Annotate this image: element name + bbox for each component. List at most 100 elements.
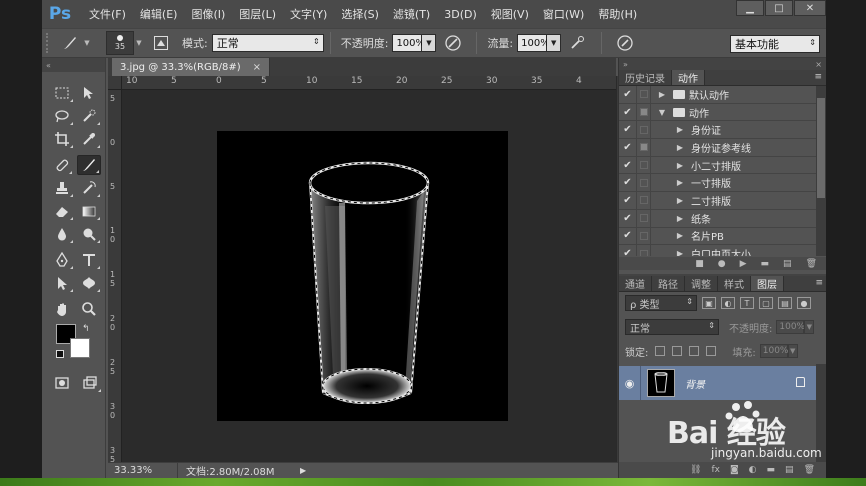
fill-input[interactable]: 100% xyxy=(759,344,788,358)
custom-shape-tool-icon[interactable] xyxy=(78,273,102,293)
stop-icon[interactable]: ■ xyxy=(695,259,704,269)
play-icon[interactable]: ▶ xyxy=(740,259,747,269)
dialog-toggle-icon[interactable] xyxy=(637,121,651,139)
action-row[interactable]: ✔ ▶ 白口中页大小 xyxy=(619,245,817,256)
hand-tool-icon[interactable] xyxy=(50,299,74,319)
filter-toggle-icon[interactable]: ● xyxy=(797,297,811,309)
tab-top_tabs-1[interactable]: 动作 xyxy=(672,70,705,85)
move-tool-icon[interactable] xyxy=(78,83,102,103)
expand-right-icon[interactable]: ▶ xyxy=(675,249,685,256)
action-row[interactable]: ✔ ▶ 一寸排版 xyxy=(619,174,817,193)
delete-layer-icon[interactable]: 🗑 xyxy=(804,465,815,475)
expand-right-icon[interactable]: ▶ xyxy=(675,214,685,223)
type-tool-icon[interactable] xyxy=(78,250,102,270)
pressure-opacity-icon[interactable] xyxy=(442,32,464,54)
tab-top_tabs-0[interactable]: 历史记录 xyxy=(619,70,672,85)
action-row[interactable]: ✔ ▶ 小二寸排版 xyxy=(619,156,817,175)
tab-layer_tabs-3[interactable]: 样式 xyxy=(718,276,751,291)
checkmark-icon[interactable]: ✔ xyxy=(619,227,637,245)
opacity-slider-dropdown-icon[interactable]: ▼ xyxy=(422,34,437,52)
dialog-toggle-icon[interactable] xyxy=(637,103,651,121)
pen-tool-icon[interactable] xyxy=(50,250,74,270)
expand-right-icon[interactable]: ▶ xyxy=(675,178,685,187)
maximize-button[interactable]: □ xyxy=(765,0,793,16)
new-set-icon[interactable]: ▬ xyxy=(761,259,770,269)
adjustment-layer-icon[interactable]: ◐ xyxy=(749,465,757,475)
blend-mode-select[interactable]: 正常 ⇕ xyxy=(625,319,719,335)
brush-preset-dropdown-icon[interactable]: ▼ xyxy=(134,32,144,54)
flow-slider-dropdown-icon[interactable]: ▼ xyxy=(547,34,562,52)
clone-stamp-tool-icon[interactable] xyxy=(50,178,74,198)
expand-right-icon[interactable]: ▶ xyxy=(657,90,667,99)
menu-item[interactable]: 窗口(W) xyxy=(536,0,591,28)
workspace-select[interactable]: 基本功能 ⇕ xyxy=(730,35,820,53)
opacity-input[interactable]: 100% xyxy=(392,34,425,52)
eye-icon[interactable]: ◉ xyxy=(619,366,641,400)
action-row[interactable]: ✔ ▶ 名片PB xyxy=(619,227,817,246)
horizontal-ruler[interactable]: 10 5 0 5 10 15 20 25 30 35 4 xyxy=(122,76,616,90)
path-selection-tool-icon[interactable] xyxy=(50,273,74,293)
history-brush-tool-icon[interactable] xyxy=(78,178,102,198)
status-menu-arrow-icon[interactable]: ▶ xyxy=(300,466,306,475)
tool-preset-dropdown-icon[interactable]: ▼ xyxy=(82,32,92,54)
record-icon[interactable]: ● xyxy=(718,259,726,269)
layer-mask-icon[interactable]: ◙ xyxy=(730,465,739,475)
dialog-toggle-icon[interactable] xyxy=(637,174,651,192)
filter-pixel-icon[interactable]: ▣ xyxy=(702,297,716,309)
layer-style-icon[interactable]: fx xyxy=(711,465,720,475)
actions-scrollbar[interactable] xyxy=(816,86,826,256)
brush-tool-icon[interactable] xyxy=(58,32,82,54)
lasso-tool-icon[interactable] xyxy=(50,106,74,126)
menu-item[interactable]: 3D(D) xyxy=(437,0,484,28)
filter-shape-icon[interactable]: ▢ xyxy=(759,297,773,309)
expand-right-icon[interactable]: ▶ xyxy=(675,231,685,240)
menu-item[interactable]: 文件(F) xyxy=(82,0,133,28)
fill-dropdown-icon[interactable]: ▼ xyxy=(787,344,798,358)
layer-opacity-dropdown-icon[interactable]: ▼ xyxy=(804,320,815,334)
checkmark-icon[interactable]: ✔ xyxy=(619,156,637,174)
action-row[interactable]: ✔ ▶ 身份证 xyxy=(619,121,817,140)
document-tab[interactable]: 3.jpg @ 33.3%(RGB/8#) × xyxy=(112,58,271,76)
expand-right-icon[interactable]: ▶ xyxy=(675,196,685,205)
panel-collapse-icon[interactable]: » xyxy=(623,60,628,69)
actions-scroll-thumb[interactable] xyxy=(817,98,825,198)
checkmark-icon[interactable]: ✔ xyxy=(619,192,637,209)
close-tab-icon[interactable]: × xyxy=(253,62,261,73)
menu-item[interactable]: 视图(V) xyxy=(484,0,536,28)
action-row[interactable]: ✔ ▼ 动作 xyxy=(619,103,817,122)
menu-item[interactable]: 图层(L) xyxy=(232,0,283,28)
dialog-toggle-icon[interactable] xyxy=(637,209,651,227)
options-grip[interactable] xyxy=(46,33,52,53)
menu-item[interactable]: 滤镜(T) xyxy=(386,0,437,28)
screen-mode-icon[interactable] xyxy=(78,373,102,393)
tab-layer_tabs-1[interactable]: 路径 xyxy=(652,276,685,291)
layer-opacity-input[interactable]: 100% xyxy=(776,320,805,334)
dodge-tool-icon[interactable] xyxy=(78,224,102,244)
eraser-tool-icon[interactable] xyxy=(50,201,74,221)
new-layer-icon[interactable]: ▤ xyxy=(785,465,794,475)
action-row[interactable]: ✔ ▶ 二寸排版 xyxy=(619,192,817,210)
checkmark-icon[interactable]: ✔ xyxy=(619,174,637,192)
filter-smart-icon[interactable]: ▤ xyxy=(778,297,792,309)
quick-selection-tool-icon[interactable] xyxy=(78,106,102,126)
checkmark-icon[interactable]: ✔ xyxy=(619,103,637,121)
vertical-ruler[interactable]: 5 0 5 10 15 20 25 30 35 xyxy=(108,90,122,462)
panel-menu-icon[interactable]: ≡ xyxy=(814,72,822,82)
link-layers-icon[interactable]: ⛓ xyxy=(690,465,701,475)
tools-panel-collapse-icon[interactable]: « xyxy=(42,58,105,72)
new-group-icon[interactable]: ▬ xyxy=(767,465,776,475)
checkmark-icon[interactable]: ✔ xyxy=(619,245,637,256)
dialog-toggle-icon[interactable] xyxy=(637,139,651,156)
expand-right-icon[interactable]: ▶ xyxy=(675,143,685,152)
canvas-area[interactable] xyxy=(122,90,616,462)
menu-item[interactable]: 帮助(H) xyxy=(591,0,644,28)
healing-brush-tool-icon[interactable] xyxy=(50,155,73,175)
brush-preset-picker[interactable]: 35 xyxy=(106,31,134,55)
checkmark-icon[interactable]: ✔ xyxy=(619,86,637,103)
expand-right-icon[interactable]: ▶ xyxy=(675,161,685,170)
blur-tool-icon[interactable] xyxy=(50,224,74,244)
airbrush-icon[interactable] xyxy=(567,32,589,54)
new-action-icon[interactable]: ▤ xyxy=(783,259,792,269)
quick-mask-icon[interactable] xyxy=(50,373,74,393)
tab-layer_tabs-0[interactable]: 通道 xyxy=(619,276,652,291)
